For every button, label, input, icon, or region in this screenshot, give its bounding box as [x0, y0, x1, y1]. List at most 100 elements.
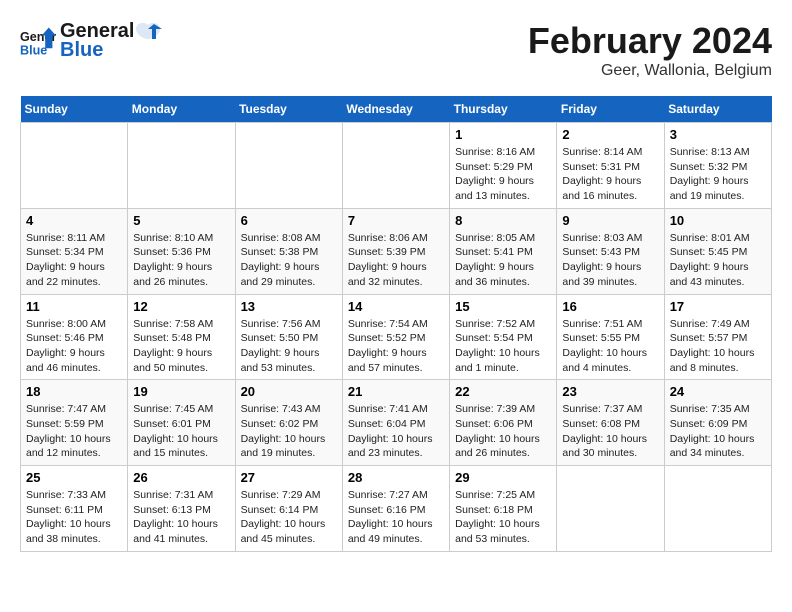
day-info: Sunrise: 8:14 AM Sunset: 5:31 PM Dayligh… [562, 145, 658, 204]
day-number: 9 [562, 213, 658, 228]
calendar-cell: 11 Sunrise: 8:00 AM Sunset: 5:46 PM Dayli… [21, 294, 128, 380]
day-number: 8 [455, 213, 551, 228]
day-number: 13 [241, 299, 337, 314]
day-number: 21 [348, 384, 444, 399]
calendar-cell: 16Sunrise: 7:51 AM Sunset: 5:55 PM Dayli… [557, 294, 664, 380]
calendar-cell: 25 Sunrise: 7:33 AM Sunset: 6:11 PM Dayli… [21, 466, 128, 552]
day-info: Sunrise: 8:05 AM Sunset: 5:41 PM Dayligh… [455, 231, 551, 290]
day-number: 28 [348, 470, 444, 485]
day-number: 29 [455, 470, 551, 485]
calendar-cell: 1Sunrise: 8:16 AM Sunset: 5:29 PM Daylig… [450, 123, 557, 209]
day-info: Sunrise: 8:01 AM Sunset: 5:45 PM Dayligh… [670, 231, 766, 290]
day-info: Sunrise: 7:49 AM Sunset: 5:57 PM Dayligh… [670, 317, 766, 376]
svg-text:Blue: Blue [20, 44, 47, 58]
calendar-cell: 5Sunrise: 8:10 AM Sunset: 5:36 PM Daylig… [128, 208, 235, 294]
day-number: 3 [670, 127, 766, 142]
day-number: 20 [241, 384, 337, 399]
page-subtitle: Geer, Wallonia, Belgium [528, 62, 772, 80]
day-info: Sunrise: 7:43 AM Sunset: 6:02 PM Dayligh… [241, 402, 337, 461]
day-info: Sunrise: 7:54 AM Sunset: 5:52 PM Dayligh… [348, 317, 444, 376]
week-row-1: 1Sunrise: 8:16 AM Sunset: 5:29 PM Daylig… [21, 123, 772, 209]
calendar-cell: 9 Sunrise: 8:03 AM Sunset: 5:43 PM Daylig… [557, 208, 664, 294]
day-info: Sunrise: 7:27 AM Sunset: 6:16 PM Dayligh… [348, 488, 444, 547]
calendar-body: 1Sunrise: 8:16 AM Sunset: 5:29 PM Daylig… [21, 123, 772, 552]
header-cell-wednesday: Wednesday [342, 96, 449, 123]
day-info: Sunrise: 8:16 AM Sunset: 5:29 PM Dayligh… [455, 145, 551, 204]
calendar-cell [557, 466, 664, 552]
calendar-cell: 14 Sunrise: 7:54 AM Sunset: 5:52 PM Dayli… [342, 294, 449, 380]
day-number: 7 [348, 213, 444, 228]
day-number: 2 [562, 127, 658, 142]
logo: General Blue General Blue [20, 20, 162, 62]
day-number: 15 [455, 299, 551, 314]
calendar-cell: 6 Sunrise: 8:08 AM Sunset: 5:38 PM Daylig… [235, 208, 342, 294]
day-number: 6 [241, 213, 337, 228]
header-cell-monday: Monday [128, 96, 235, 123]
calendar-cell: 29 Sunrise: 7:25 AM Sunset: 6:18 PM Dayli… [450, 466, 557, 552]
week-row-2: 4 Sunrise: 8:11 AM Sunset: 5:34 PM Daylig… [21, 208, 772, 294]
day-info: Sunrise: 7:37 AM Sunset: 6:08 PM Dayligh… [562, 402, 658, 461]
day-info: Sunrise: 8:03 AM Sunset: 5:43 PM Dayligh… [562, 231, 658, 290]
calendar-cell [342, 123, 449, 209]
header-cell-sunday: Sunday [21, 96, 128, 123]
day-info: Sunrise: 7:41 AM Sunset: 6:04 PM Dayligh… [348, 402, 444, 461]
calendar-cell: 24Sunrise: 7:35 AM Sunset: 6:09 PM Dayli… [664, 380, 771, 466]
calendar-cell: 26Sunrise: 7:31 AM Sunset: 6:13 PM Dayli… [128, 466, 235, 552]
day-info: Sunrise: 7:45 AM Sunset: 6:01 PM Dayligh… [133, 402, 229, 461]
day-info: Sunrise: 7:29 AM Sunset: 6:14 PM Dayligh… [241, 488, 337, 547]
calendar-cell: 12 Sunrise: 7:58 AM Sunset: 5:48 PM Dayli… [128, 294, 235, 380]
day-info: Sunrise: 8:11 AM Sunset: 5:34 PM Dayligh… [26, 231, 122, 290]
day-number: 11 [26, 299, 122, 314]
header-cell-friday: Friday [557, 96, 664, 123]
day-info: Sunrise: 7:33 AM Sunset: 6:11 PM Dayligh… [26, 488, 122, 547]
calendar-cell: 10 Sunrise: 8:01 AM Sunset: 5:45 PM Dayli… [664, 208, 771, 294]
calendar-cell: 21 Sunrise: 7:41 AM Sunset: 6:04 PM Dayli… [342, 380, 449, 466]
calendar-cell: 19 Sunrise: 7:45 AM Sunset: 6:01 PM Dayli… [128, 380, 235, 466]
calendar-cell [128, 123, 235, 209]
header-cell-thursday: Thursday [450, 96, 557, 123]
day-info: Sunrise: 8:10 AM Sunset: 5:36 PM Dayligh… [133, 231, 229, 290]
calendar-cell: 17 Sunrise: 7:49 AM Sunset: 5:57 PM Dayli… [664, 294, 771, 380]
calendar-cell: 2 Sunrise: 8:14 AM Sunset: 5:31 PM Daylig… [557, 123, 664, 209]
calendar-cell: 15 Sunrise: 7:52 AM Sunset: 5:54 PM Dayli… [450, 294, 557, 380]
logo-bird-icon [134, 21, 162, 43]
header: General Blue General Blue February 2024 … [20, 20, 772, 80]
day-number: 25 [26, 470, 122, 485]
day-info: Sunrise: 7:35 AM Sunset: 6:09 PM Dayligh… [670, 402, 766, 461]
day-info: Sunrise: 7:56 AM Sunset: 5:50 PM Dayligh… [241, 317, 337, 376]
day-info: Sunrise: 7:25 AM Sunset: 6:18 PM Dayligh… [455, 488, 551, 547]
calendar-cell [21, 123, 128, 209]
day-info: Sunrise: 8:06 AM Sunset: 5:39 PM Dayligh… [348, 231, 444, 290]
day-number: 12 [133, 299, 229, 314]
week-row-5: 25 Sunrise: 7:33 AM Sunset: 6:11 PM Dayli… [21, 466, 772, 552]
day-number: 14 [348, 299, 444, 314]
week-row-3: 11 Sunrise: 8:00 AM Sunset: 5:46 PM Dayli… [21, 294, 772, 380]
week-row-4: 18Sunrise: 7:47 AM Sunset: 5:59 PM Dayli… [21, 380, 772, 466]
day-info: Sunrise: 7:51 AM Sunset: 5:55 PM Dayligh… [562, 317, 658, 376]
day-info: Sunrise: 7:39 AM Sunset: 6:06 PM Dayligh… [455, 402, 551, 461]
calendar-cell: 27Sunrise: 7:29 AM Sunset: 6:14 PM Dayli… [235, 466, 342, 552]
calendar-cell: 7 Sunrise: 8:06 AM Sunset: 5:39 PM Daylig… [342, 208, 449, 294]
calendar-cell: 28 Sunrise: 7:27 AM Sunset: 6:16 PM Dayli… [342, 466, 449, 552]
day-info: Sunrise: 7:58 AM Sunset: 5:48 PM Dayligh… [133, 317, 229, 376]
day-info: Sunrise: 8:00 AM Sunset: 5:46 PM Dayligh… [26, 317, 122, 376]
header-row: SundayMondayTuesdayWednesdayThursdayFrid… [21, 96, 772, 123]
calendar-cell [664, 466, 771, 552]
calendar-cell: 8 Sunrise: 8:05 AM Sunset: 5:41 PM Daylig… [450, 208, 557, 294]
header-cell-tuesday: Tuesday [235, 96, 342, 123]
header-cell-saturday: Saturday [664, 96, 771, 123]
day-number: 17 [670, 299, 766, 314]
calendar-table: SundayMondayTuesdayWednesdayThursdayFrid… [20, 96, 772, 552]
day-number: 10 [670, 213, 766, 228]
calendar-cell: 23Sunrise: 7:37 AM Sunset: 6:08 PM Dayli… [557, 380, 664, 466]
calendar-cell: 20 Sunrise: 7:43 AM Sunset: 6:02 PM Dayli… [235, 380, 342, 466]
day-number: 4 [26, 213, 122, 228]
day-number: 26 [133, 470, 229, 485]
calendar-cell: 4 Sunrise: 8:11 AM Sunset: 5:34 PM Daylig… [21, 208, 128, 294]
day-number: 18 [26, 384, 122, 399]
page-title: February 2024 [528, 20, 772, 62]
calendar-cell: 18Sunrise: 7:47 AM Sunset: 5:59 PM Dayli… [21, 380, 128, 466]
day-info: Sunrise: 8:08 AM Sunset: 5:38 PM Dayligh… [241, 231, 337, 290]
day-number: 19 [133, 384, 229, 399]
day-info: Sunrise: 7:52 AM Sunset: 5:54 PM Dayligh… [455, 317, 551, 376]
